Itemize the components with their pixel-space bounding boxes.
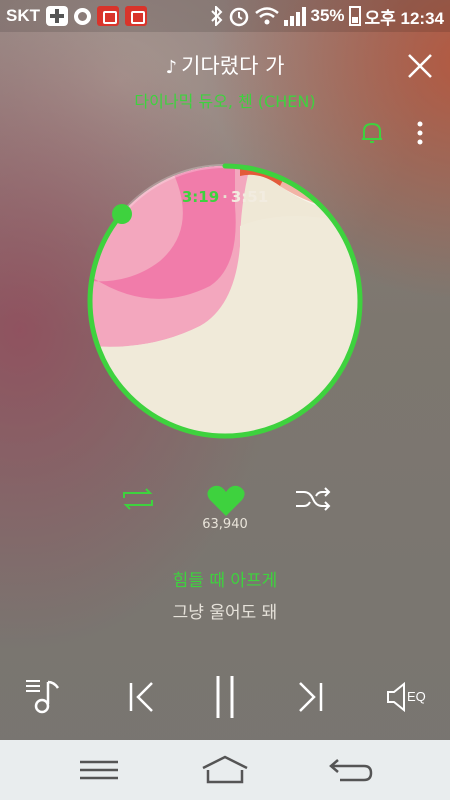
sound-note-icon: ♪ [165, 57, 178, 78]
nav-back-button[interactable] [328, 756, 374, 784]
repeat-icon [123, 488, 153, 510]
next-track-icon [299, 682, 323, 712]
shuffle-button[interactable] [294, 486, 332, 512]
time-separator: · [222, 188, 228, 206]
song-title: ♪ 기다렸다 가 [0, 50, 450, 80]
pause-icon [216, 676, 234, 718]
next-button[interactable] [294, 680, 326, 714]
eq-label: EQ [407, 689, 426, 704]
previous-track-icon [129, 682, 153, 712]
elapsed-time: 3:19 [181, 188, 220, 206]
more-vertical-icon [417, 121, 423, 145]
battery-percent: 35% [310, 6, 345, 25]
lyric-next-line[interactable]: 그냥 울어도 돼 [0, 598, 450, 623]
bluetooth-icon [211, 6, 223, 26]
nav-menu-button[interactable] [78, 758, 120, 782]
notification-plus-icon [46, 6, 68, 26]
playlist-icon [26, 680, 60, 714]
bell-icon [362, 122, 382, 143]
notification-app-icon [97, 6, 119, 26]
back-icon [329, 759, 373, 782]
like-count: 63,940 [202, 517, 248, 532]
more-options-button[interactable] [410, 120, 430, 146]
notification-ring-icon [74, 7, 91, 25]
progress-knob[interactable] [112, 203, 133, 224]
clock: 오후 12:34 [364, 8, 444, 28]
home-icon [202, 755, 248, 784]
notification-app-icon [125, 6, 147, 26]
close-button[interactable] [404, 50, 436, 82]
carrier-label: SKT [6, 6, 40, 25]
playback-time: 3:19 · 3:51 [0, 188, 450, 206]
playlist-button[interactable] [24, 676, 66, 716]
alarm-icon [230, 7, 249, 27]
like-button[interactable] [206, 484, 246, 518]
shuffle-icon [296, 487, 331, 511]
status-bar: SKT 35% 오후 12:34 [0, 0, 450, 32]
battery-icon [348, 6, 361, 26]
artist-name[interactable]: 다이나믹 듀오, 첸 (CHEN) [0, 88, 450, 112]
pause-button[interactable] [210, 674, 240, 720]
signal-icon [284, 6, 307, 26]
wifi-icon [255, 7, 280, 25]
nav-home-button[interactable] [200, 754, 250, 786]
heart-icon [207, 485, 245, 516]
close-icon [408, 54, 432, 78]
alarm-button[interactable] [360, 120, 384, 146]
total-time: 3:51 [230, 188, 269, 206]
repeat-button[interactable] [120, 486, 156, 512]
previous-button[interactable] [126, 680, 158, 714]
equalizer-button[interactable]: EQ [386, 680, 432, 714]
song-title-text: 기다렸다 가 [181, 54, 285, 78]
system-nav-bar [0, 740, 450, 800]
lyric-current-line[interactable]: 힘들 때 아프게 [0, 566, 450, 591]
menu-icon [80, 760, 118, 780]
